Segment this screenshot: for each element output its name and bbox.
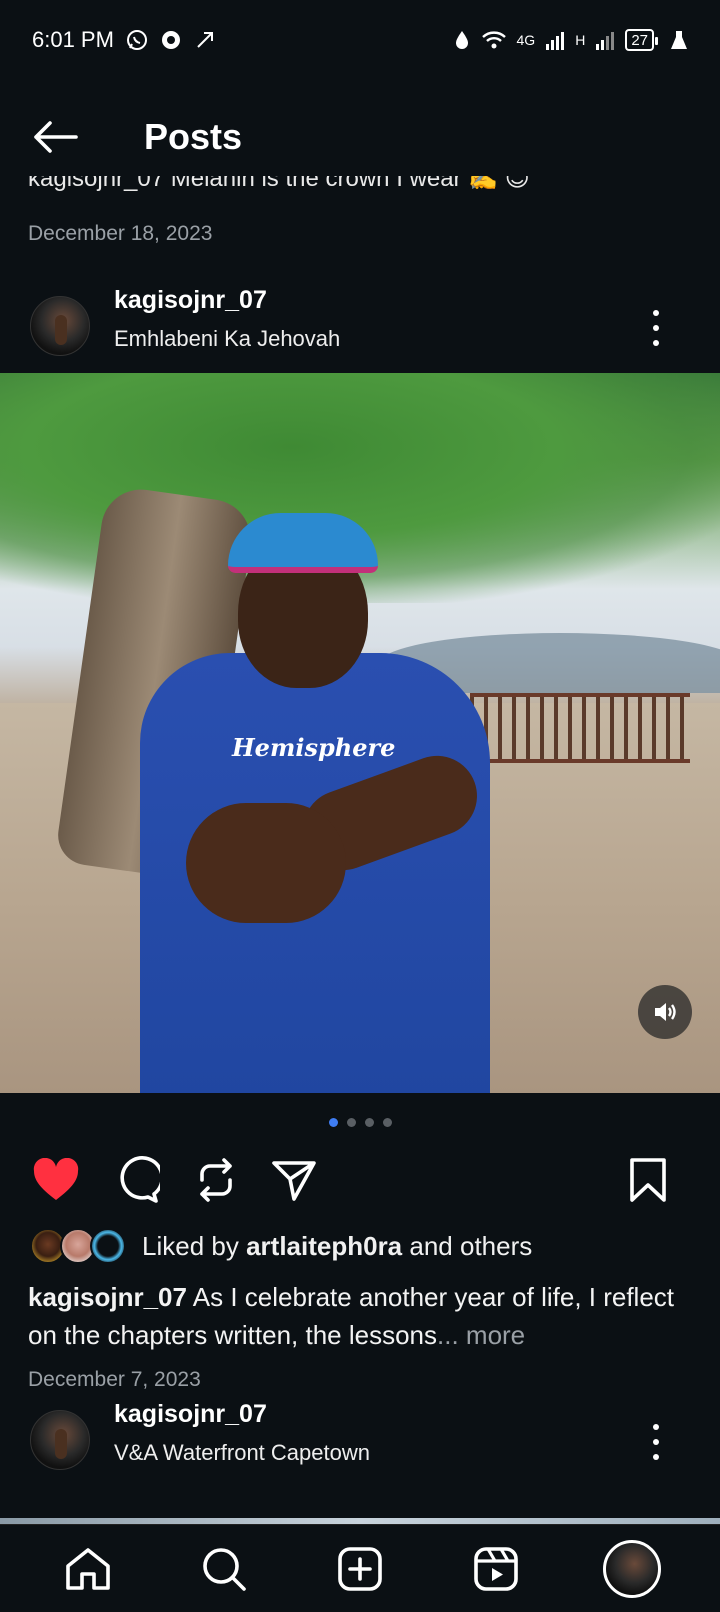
avatar bbox=[603, 1539, 661, 1598]
carousel-indicator bbox=[0, 1118, 720, 1127]
carousel-dot bbox=[364, 1118, 374, 1127]
more-options-button[interactable] bbox=[636, 306, 676, 350]
network-4g-label: 4G bbox=[516, 32, 536, 48]
avatar[interactable] bbox=[30, 1410, 90, 1470]
data-saver-icon bbox=[453, 29, 471, 51]
liked-by-user[interactable]: artlaiteph0ra bbox=[246, 1231, 402, 1261]
page-title: Posts bbox=[144, 116, 243, 157]
wifi-icon bbox=[481, 29, 507, 51]
avatar bbox=[90, 1228, 126, 1264]
post-username[interactable]: kagisojnr_07 bbox=[114, 286, 267, 315]
repost-icon bbox=[200, 1158, 232, 1202]
comment-button[interactable] bbox=[108, 1152, 164, 1208]
avatar[interactable] bbox=[30, 296, 90, 356]
liked-by-suffix: and others bbox=[402, 1230, 533, 1261]
carousel-dot bbox=[346, 1118, 356, 1127]
carousel-dot-active bbox=[328, 1118, 338, 1127]
search-icon bbox=[203, 1547, 246, 1591]
carousel-dot bbox=[382, 1118, 392, 1127]
more-vertical-icon bbox=[653, 1424, 659, 1430]
previous-post-caption: kagisojnr_07 Melanin is the crown I wear… bbox=[28, 176, 530, 192]
flask-icon bbox=[670, 29, 688, 51]
bookmark-icon bbox=[630, 1158, 666, 1202]
reels-icon bbox=[474, 1546, 518, 1591]
previous-post-date: December 18, 2023 bbox=[28, 222, 213, 245]
fist bbox=[186, 803, 346, 923]
likes-summary[interactable]: Liked by artlaiteph0ra and others bbox=[30, 1226, 532, 1266]
next-post-username[interactable]: kagisojnr_07 bbox=[114, 1400, 267, 1429]
heart-icon bbox=[33, 1158, 79, 1200]
share-button[interactable] bbox=[266, 1152, 322, 1208]
nav-home-button[interactable] bbox=[58, 1539, 118, 1599]
post-location[interactable]: Emhlabeni Ka Jehovah bbox=[114, 326, 340, 352]
nav-profile-button[interactable] bbox=[602, 1539, 662, 1599]
save-button[interactable] bbox=[620, 1152, 676, 1208]
battery-indicator: 27 bbox=[625, 29, 658, 51]
signal-icon bbox=[545, 30, 565, 50]
home-icon bbox=[66, 1547, 110, 1590]
network-h-label: H bbox=[575, 32, 586, 48]
nav-reels-button[interactable] bbox=[466, 1539, 526, 1599]
volume-icon bbox=[655, 1003, 676, 1021]
comment-icon bbox=[120, 1156, 160, 1203]
like-button[interactable] bbox=[28, 1152, 84, 1208]
caption-more-link[interactable]: ... more bbox=[437, 1320, 525, 1350]
fence bbox=[470, 693, 690, 763]
next-post-more-options-button[interactable] bbox=[636, 1420, 676, 1464]
caption-username[interactable]: kagisojnr_07 bbox=[28, 1282, 187, 1312]
arrow-left-icon bbox=[34, 121, 78, 153]
back-button[interactable] bbox=[30, 116, 80, 158]
post-header: kagisojnr_07 Emhlabeni Ka Jehovah bbox=[0, 286, 720, 368]
bottom-navigation bbox=[0, 1524, 720, 1612]
send-icon bbox=[272, 1161, 316, 1201]
repost-button[interactable] bbox=[188, 1152, 244, 1208]
status-bar: 6:01 PM 4G H 27 bbox=[0, 0, 720, 80]
add-post-icon bbox=[338, 1546, 382, 1591]
post-actions bbox=[0, 1152, 720, 1212]
liker-avatars bbox=[30, 1228, 134, 1264]
post-caption: kagisojnr_07 As I celebrate another year… bbox=[28, 1278, 698, 1354]
sound-toggle-button[interactable] bbox=[638, 985, 692, 1039]
next-post-header: kagisojnr_07 V&A Waterfront Capetown bbox=[0, 1400, 720, 1482]
post-date: December 7, 2023 bbox=[28, 1368, 201, 1391]
nav-create-button[interactable] bbox=[330, 1539, 390, 1599]
signal-icon-2 bbox=[595, 30, 615, 50]
whatsapp-icon bbox=[126, 29, 148, 51]
liked-by-prefix: Liked by bbox=[142, 1230, 247, 1261]
post-image[interactable]: Hemisphere bbox=[0, 373, 720, 1093]
app-notification-icon bbox=[160, 29, 182, 51]
status-time: 6:01 PM bbox=[32, 27, 114, 52]
shirt-print: Hemisphere bbox=[232, 733, 396, 762]
top-bar: Posts bbox=[0, 96, 720, 178]
cap bbox=[228, 513, 378, 573]
more-vertical-icon bbox=[653, 310, 659, 316]
nav-search-button[interactable] bbox=[194, 1539, 254, 1599]
next-post-location[interactable]: V&A Waterfront Capetown bbox=[114, 1440, 370, 1466]
boost-icon bbox=[194, 29, 216, 51]
